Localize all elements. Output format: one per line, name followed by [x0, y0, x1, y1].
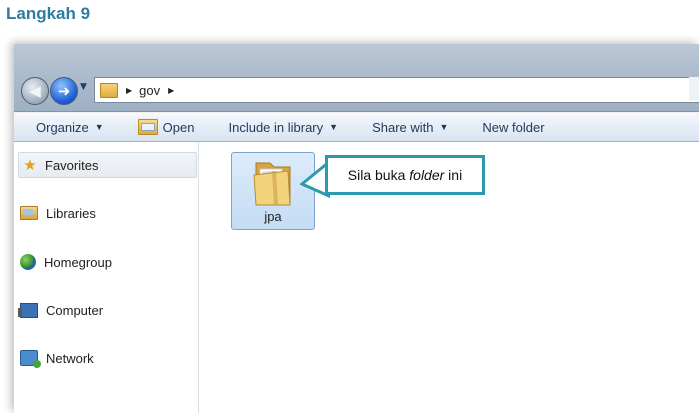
- navigation-pane: ★ Favorites Libraries Homegroup Computer…: [14, 142, 199, 413]
- sidebar-item-favorites[interactable]: ★ Favorites: [18, 152, 197, 178]
- folder-label: jpa: [264, 209, 282, 224]
- organize-label: Organize: [36, 119, 89, 135]
- callout-text-emphasis: folder: [409, 167, 445, 183]
- sidebar-item-libraries[interactable]: Libraries: [20, 201, 96, 225]
- star-icon: ★: [23, 157, 37, 174]
- back-button[interactable]: ◀: [21, 77, 49, 105]
- network-icon: [20, 350, 41, 368]
- libraries-icon: [20, 206, 38, 220]
- homegroup-icon: [20, 254, 36, 270]
- chevron-down-icon: ▼: [439, 122, 449, 132]
- folder-icon: [100, 82, 118, 98]
- sidebar-item-label: Libraries: [46, 205, 96, 221]
- sidebar-item-homegroup[interactable]: Homegroup: [20, 250, 112, 274]
- computer-icon: [18, 302, 38, 318]
- open-label: Open: [162, 119, 195, 135]
- breadcrumb-chevron-icon[interactable]: ▶: [126, 86, 132, 95]
- explorer-window: ◀ ➜ ▼ ▶ gov ▶ ▾ Organize ▼ Open Include …: [14, 44, 699, 413]
- arrow-left-icon: ◀: [29, 82, 41, 100]
- include-in-library-label: Include in library: [228, 119, 324, 135]
- chevron-down-icon: ▼: [329, 122, 339, 132]
- share-with-label: Share with: [372, 119, 434, 135]
- instruction-callout: Sila buka folder ini: [325, 155, 485, 195]
- new-folder-label: New folder: [482, 119, 545, 135]
- callout-text-suffix: ini: [444, 167, 463, 183]
- callout-text-prefix: Sila buka: [347, 167, 410, 183]
- include-in-library-button[interactable]: Include in library ▼: [228, 120, 338, 135]
- sidebar-item-computer[interactable]: Computer: [18, 298, 104, 322]
- share-with-button[interactable]: Share with ▼: [372, 120, 448, 135]
- folder-icon: [253, 162, 291, 206]
- sidebar-item-label: Computer: [46, 302, 104, 318]
- address-bar[interactable]: ▶ gov ▶ ▾: [94, 77, 699, 103]
- organize-button[interactable]: Organize ▼: [36, 120, 104, 135]
- breadcrumb-chevron-icon[interactable]: ▶: [168, 86, 174, 95]
- sidebar-item-network[interactable]: Network: [20, 346, 94, 370]
- command-bar: Organize ▼ Open Include in library ▼ Sha…: [14, 113, 699, 142]
- forward-button[interactable]: ➜: [50, 77, 78, 105]
- recent-pages-dropdown[interactable]: ▼: [80, 82, 87, 92]
- sidebar-item-label: Favorites: [45, 157, 99, 173]
- sidebar-item-label: Homegroup: [44, 254, 112, 270]
- address-scroll: [689, 77, 699, 101]
- chevron-down-icon: ▼: [94, 122, 104, 132]
- sidebar-item-label: Network: [46, 350, 94, 366]
- step-title: Langkah 9: [6, 4, 91, 23]
- breadcrumb-gov[interactable]: gov: [139, 83, 160, 98]
- arrow-right-icon: ➜: [57, 82, 71, 100]
- open-button[interactable]: Open: [137, 119, 195, 135]
- new-folder-button[interactable]: New folder: [482, 120, 544, 135]
- open-folder-icon: [137, 119, 158, 135]
